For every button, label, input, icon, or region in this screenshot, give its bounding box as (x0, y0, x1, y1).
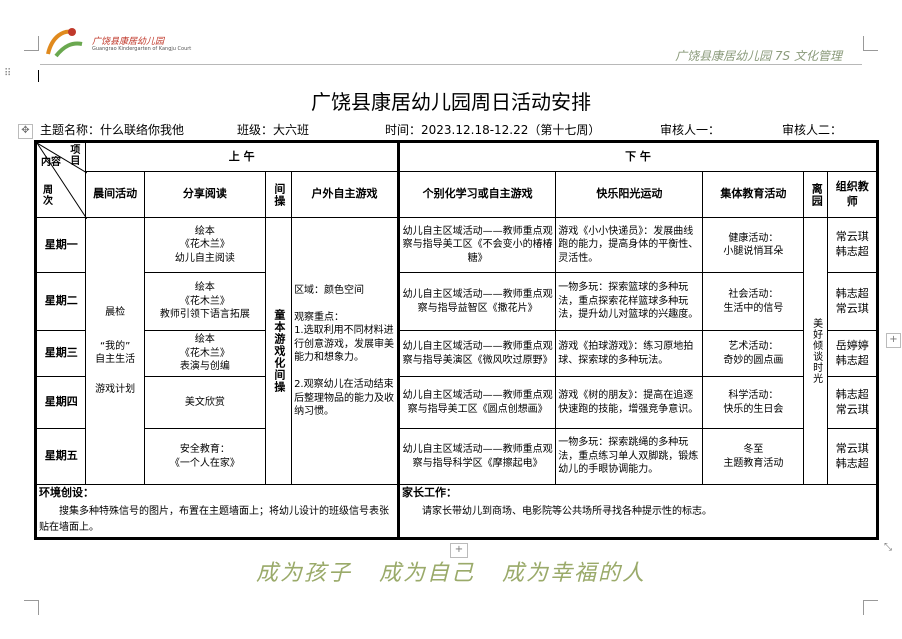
col-shared-reading: 分享阅读 (143, 171, 266, 218)
morning-activity-cell: 晨检 “我的” 自主生活 游戏计划 (85, 217, 145, 485)
corner-top-label: 项目 (70, 145, 81, 167)
corner-mid-label: 内容 (41, 157, 61, 168)
teacher-cell: 韩志超 常云琪 (827, 272, 878, 331)
sunshine-cell: 游戏《拍球游戏》：练习原地拍球、探索球的多种玩法。 (555, 330, 704, 377)
reading-cell: 绘本 《花木兰》 幼儿自主阅读 (143, 217, 266, 273)
teacher-cell: 岳婷婷 韩志超 (827, 330, 878, 377)
individual-cell: 幼儿自主区域活动——教师重点观察与指导美工区《不会变小的椿椿糖》 (397, 217, 557, 273)
parent-work-cell: 家长工作： 请家长带幼儿到商场、电影院等公共场所寻找各种提示性的标志。 (397, 484, 879, 539)
text-cursor (38, 70, 39, 82)
table-move-handle-icon[interactable]: ✥ (18, 124, 33, 139)
day-label: 星期四 (34, 376, 87, 429)
day-label: 星期一 (34, 217, 87, 273)
environment-title: 环境创设： (39, 486, 94, 499)
page-corner-mark (24, 36, 39, 51)
col-morning-activity: 晨间活动 (85, 171, 145, 218)
logo-mark-icon (46, 28, 83, 58)
table-resize-handle-icon[interactable]: ⤡ (884, 542, 892, 553)
teacher-cell: 常云琪 韩志超 (827, 217, 878, 273)
game-plan: 游戏计划 (95, 383, 136, 395)
logo-subtext: Guangrao Kindergarten of Kangju Court (92, 46, 192, 52)
page-title: 广饶县康居幼儿园周日活动安排 (311, 90, 591, 114)
leave-cell: 美好倾谈时光 (803, 217, 829, 485)
col-leave-label: 离园 (810, 182, 824, 207)
teacher-cell: 常云琪 韩志超 (827, 428, 878, 485)
environment-cell: 环境创设： 搜集多种特殊信号的图片，布置在主题墙面上；将幼儿设计的班级信号表张贴… (35, 484, 400, 539)
table-row: 星期二 绘本 《花木兰》 教师引领下语言拓展 幼儿自主区域活动——教师重点观察与… (34, 272, 878, 331)
exercise-cell: 童本游戏化间操 (264, 217, 293, 485)
individual-cell: 幼儿自主区域活动——教师重点观察与指导美演区《微风吹过原野》 (397, 330, 557, 377)
page-corner-mark (863, 36, 878, 51)
theme-name: 主题名称：什么联络你我他 (40, 123, 185, 137)
date-range: 时间：2023.12.18-12.22（第十七周） (385, 123, 601, 137)
sunshine-cell: 游戏《树的朋友》：提高在追逐快速跑的技能，增强竞争意识。 (555, 376, 704, 429)
exercise-text: 童本游戏化间操 (272, 309, 286, 393)
corner-header-cell: 项目 内容 周次 (34, 141, 87, 219)
morning-check: 晨检 (105, 307, 126, 318)
col-individual-learning: 个别化学习或自主游戏 (397, 171, 557, 218)
schedule-table: 项目 内容 周次 上 午 下 午 晨间活动 分享阅读 间操 户外自主游戏 个别化… (34, 140, 879, 540)
reviewer-one: 审核人一： (660, 123, 721, 137)
parent-work-title: 家长工作： (401, 486, 457, 499)
day-label: 星期二 (34, 272, 87, 331)
table-row: 星期一 晨检 “我的” 自主生活 游戏计划 绘本 《花木兰》 幼儿自主阅读 童本… (34, 217, 878, 485)
collective-cell: 艺术活动： 奇妙的圆点画 (702, 330, 805, 377)
afternoon-section-header: 下 午 (397, 141, 879, 172)
slogan: 成为孩子 成为自己 成为幸福的人 (256, 561, 646, 586)
page-corner-mark (24, 600, 39, 615)
col-exercise-label: 间操 (272, 182, 286, 207)
table-row: 星期三 绘本 《花木兰》 表演与创编 幼儿自主区域活动——教师重点观察与指导美演… (34, 330, 878, 377)
teacher-cell: 韩志超 常云琪 (827, 376, 878, 429)
environment-text: 搜集多种特殊信号的图片，布置在主题墙面上；将幼儿设计的班级信号表张贴在墙面上。 (39, 505, 389, 533)
page-corner-mark (863, 600, 878, 615)
day-label: 星期五 (34, 428, 87, 485)
reading-cell: 绘本 《花木兰》 教师引领下语言拓展 (143, 272, 266, 331)
self-life: 自主生活 (95, 354, 136, 365)
add-column-button[interactable]: + (886, 333, 901, 348)
drag-handle-icon[interactable]: ⠿ (4, 68, 11, 79)
header-culture-text: 广饶县康居幼儿园 7S 文化管理 (675, 49, 842, 63)
individual-cell: 幼儿自主区域活动——教师重点观察与指导美工区《圆点创想画》 (397, 376, 557, 429)
col-leave: 离园 (803, 171, 829, 218)
class-name: 班级：大六班 (237, 123, 310, 137)
col-outdoor-play: 户外自主游戏 (291, 171, 400, 218)
table-row: 星期五 安全教育： 《一个人在家》 幼儿自主区域活动——教师重点观察与指导科学区… (34, 428, 878, 485)
table-row: 星期四 美文欣赏 幼儿自主区域活动——教师重点观察与指导美工区《圆点创想画》 游… (34, 376, 878, 429)
table-row: 环境创设： 搜集多种特殊信号的图片，布置在主题墙面上；将幼儿设计的班级信号表张贴… (35, 484, 879, 539)
collective-cell: 科学活动： 快乐的生日会 (702, 376, 805, 429)
day-label: 星期三 (34, 330, 87, 377)
sunshine-cell: 游戏《小小快递员》：发展曲线跑的能力，提高身体的平衡性、灵活性。 (555, 217, 704, 273)
collective-cell: 冬至 主题教育活动 (702, 428, 805, 485)
individual-cell: 幼儿自主区域活动——教师重点观察与指导科学区《摩擦起电》 (397, 428, 557, 485)
col-collective-education: 集体教育活动 (702, 171, 805, 218)
sunshine-cell: 一物多玩：探索跳绳的多种玩法，重点练习单人双脚跳，锻炼幼儿的手眼协调能力。 (555, 428, 704, 485)
col-sunshine-sport: 快乐阳光运动 (555, 171, 704, 218)
reviewer-two: 审核人二： (782, 123, 843, 137)
col-exercise: 间操 (264, 171, 293, 218)
col-teacher: 组织教师 (827, 171, 878, 218)
morning-section-header: 上 午 (85, 141, 400, 172)
parent-work-text: 请家长带幼儿到商场、电影院等公共场所寻找各种提示性的标志。 (421, 505, 712, 517)
header-divider (40, 64, 862, 65)
collective-cell: 健康活动： 小腿说悄耳朵 (702, 217, 805, 273)
my-label: “我的” (99, 340, 131, 352)
leave-text: 美好倾谈时光 (810, 318, 822, 384)
reading-cell: 安全教育： 《一个人在家》 (143, 428, 266, 485)
outdoor-play-cell: 区域：颜色空间 观察重点： 1.选取利用不同材料进行创意游戏，发展审美能力和想象… (291, 217, 400, 485)
individual-cell: 幼儿自主区域活动——教师重点观察与指导益智区《撒花片》 (397, 272, 557, 331)
sunshine-cell: 一物多玩：探索篮球的多种玩法，重点探索花样篮球多种玩法，提升幼儿对篮球的兴趣度。 (555, 272, 704, 331)
reading-cell: 美文欣赏 (143, 376, 266, 429)
collective-cell: 社会活动： 生活中的信号 (702, 272, 805, 331)
reading-cell: 绘本 《花木兰》 表演与创编 (143, 330, 266, 377)
corner-bottom-label: 周次 (43, 185, 53, 207)
